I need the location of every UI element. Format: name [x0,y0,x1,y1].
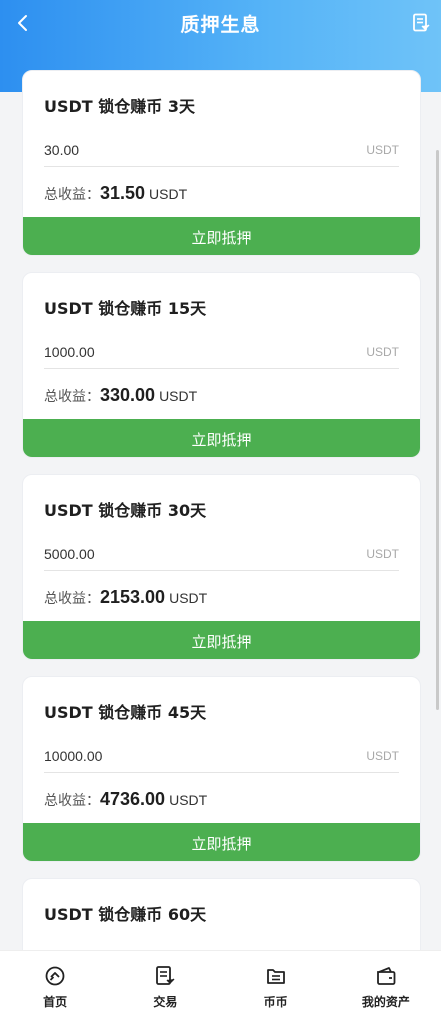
income-value: 31.50 [100,183,146,203]
amount-row: USDT [44,335,399,369]
plan-title: USDT 锁仓赚币 15天 [44,299,207,318]
amount-input[interactable] [44,545,304,562]
amount-input[interactable] [44,343,304,360]
amount-unit: USDT [366,546,399,561]
plan-card: USDT 锁仓赚币 3天 USDT 总收益： 31.50 USDT 立即抵押 [22,70,421,256]
stake-button[interactable]: 立即抵押 [23,217,420,255]
nav-label: 交易 [153,995,178,1009]
amount-input[interactable] [44,747,304,764]
total-income: 总收益： 31.50 USDT [44,183,187,204]
amount-row: USDT [44,739,399,773]
stake-button[interactable]: 立即抵押 [23,621,420,659]
total-income: 总收益： 4736.00 USDT [44,789,207,810]
income-unit: USDT [159,388,198,404]
income-label: 总收益： [44,187,100,203]
income-unit: USDT [169,792,208,808]
stake-button[interactable]: 立即抵押 [23,823,420,861]
plan-title: USDT 锁仓赚币 60天 [44,905,207,924]
plan-card: USDT 锁仓赚币 60天 [22,878,421,950]
amount-unit: USDT [366,748,399,763]
amount-row: USDT [44,537,399,571]
amount-unit: USDT [366,142,399,157]
top-bar: 质押生息 [0,0,441,46]
income-unit: USDT [149,186,188,202]
stake-button[interactable]: 立即抵押 [23,419,420,457]
income-unit: USDT [169,590,208,606]
chevron-left-icon [18,15,27,31]
plan-title: USDT 锁仓赚币 3天 [44,97,195,116]
income-label: 总收益： [44,793,100,809]
income-label: 总收益： [44,591,100,607]
back-button[interactable] [8,8,38,38]
home-icon [45,966,65,986]
plan-title: USDT 锁仓赚币 45天 [44,703,207,722]
plan-card: USDT 锁仓赚币 30天 USDT 总收益： 2153.00 USDT 立即抵… [22,474,421,660]
total-income: 总收益： 330.00 USDT [44,385,197,406]
nav-item-exchange[interactable]: 币币 [221,951,331,1024]
total-income: 总收益： 2153.00 USDT [44,587,207,608]
page-title: 质押生息 [180,13,261,36]
income-value: 4736.00 [100,789,166,809]
plan-card: USDT 锁仓赚币 45天 USDT 总收益： 4736.00 USDT 立即抵… [22,676,421,862]
page: 质押生息 USDT 锁仓赚币 3天 USDT 总收益： 31.50 USDT 立… [0,0,441,1024]
income-value: 330.00 [100,385,156,405]
amount-unit: USDT [366,344,399,359]
wallet-icon [376,967,396,985]
plan-title: USDT 锁仓赚币 30天 [44,501,207,520]
nav-item-home[interactable]: 首页 [0,951,110,1024]
trade-icon [156,966,175,985]
nav-item-assets[interactable]: 我的资产 [331,951,441,1024]
plan-card: USDT 锁仓赚币 15天 USDT 总收益： 330.00 USDT 立即抵押 [22,272,421,458]
document-list-icon [413,13,430,32]
nav-item-trade[interactable]: 交易 [110,951,220,1024]
nav-label: 币币 [263,995,288,1009]
records-button[interactable] [407,9,435,37]
income-value: 2153.00 [100,587,166,607]
exchange-icon [266,969,285,984]
amount-input[interactable] [44,141,304,158]
amount-row: USDT [44,133,399,167]
scrollbar[interactable] [436,150,439,710]
income-label: 总收益： [44,389,100,405]
plan-list[interactable]: USDT 锁仓赚币 3天 USDT 总收益： 31.50 USDT 立即抵押 U… [0,70,441,950]
nav-label: 首页 [43,995,68,1009]
bottom-nav: 首页 交易 币币 我的资产 [0,950,441,1024]
nav-label: 我的资产 [361,995,410,1009]
